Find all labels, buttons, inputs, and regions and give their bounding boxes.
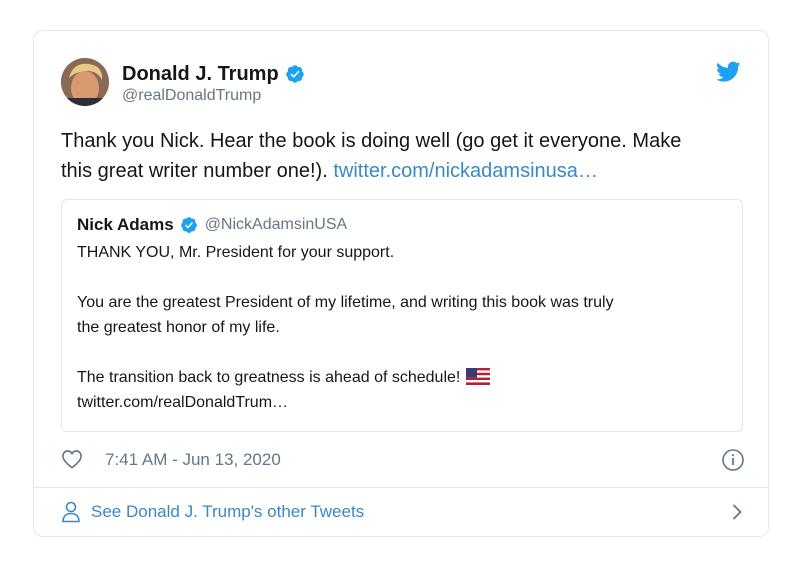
- author-handle[interactable]: @realDonaldTrump: [122, 87, 261, 105]
- author-avatar[interactable]: [61, 58, 109, 106]
- quote-line: THANK YOU, Mr. President for your suppor…: [77, 244, 395, 261]
- quote-author-handle[interactable]: @NickAdamsinUSA: [205, 216, 348, 234]
- timestamp[interactable]: 7:41 AM - Jun 13, 2020: [105, 450, 281, 470]
- tweet-text-line2: this great writer number one!).: [61, 160, 328, 182]
- tweet-link[interactable]: twitter.com/nickadamsinusa…: [333, 160, 598, 182]
- tweet-meta: 7:41 AM - Jun 13, 2020: [61, 446, 745, 474]
- see-other-tweets-label[interactable]: See Donald J. Trump's other Tweets: [91, 502, 364, 522]
- quote-line: You are the greatest President of my lif…: [77, 294, 614, 311]
- chevron-right-icon[interactable]: [731, 503, 743, 521]
- tweet-card[interactable]: Donald J. Trump @realDonaldTrump Thank y…: [33, 30, 769, 537]
- quote-link[interactable]: twitter.com/realDonaldTrum…: [77, 390, 727, 415]
- info-icon[interactable]: [721, 448, 745, 472]
- author-name[interactable]: Donald J. Trump: [122, 63, 279, 86]
- quote-text: THANK YOU, Mr. President for your suppor…: [77, 240, 727, 415]
- person-icon: [62, 501, 80, 523]
- verified-badge-icon: [285, 65, 304, 83]
- see-other-tweets-link[interactable]: See Donald J. Trump's other Tweets: [61, 497, 745, 527]
- tweet-text-line1: Thank you Nick. Hear the book is doing w…: [61, 130, 682, 152]
- quote-line-text: The transition back to greatness is ahea…: [77, 369, 461, 386]
- twitter-bird-icon[interactable]: [716, 61, 741, 83]
- tweet-text: Thank you Nick. Hear the book is doing w…: [61, 126, 751, 186]
- verified-badge-icon: [180, 217, 197, 233]
- heart-icon[interactable]: [61, 449, 83, 469]
- quoted-tweet[interactable]: Nick Adams @NickAdamsinUSA THANK YOU, Mr…: [61, 199, 743, 432]
- divider: [34, 487, 768, 488]
- quote-author-name[interactable]: Nick Adams: [77, 215, 174, 235]
- quote-line: The transition back to greatness is ahea…: [77, 365, 727, 390]
- us-flag-icon: [466, 368, 491, 385]
- quote-line: the greatest honor of my life.: [77, 319, 280, 336]
